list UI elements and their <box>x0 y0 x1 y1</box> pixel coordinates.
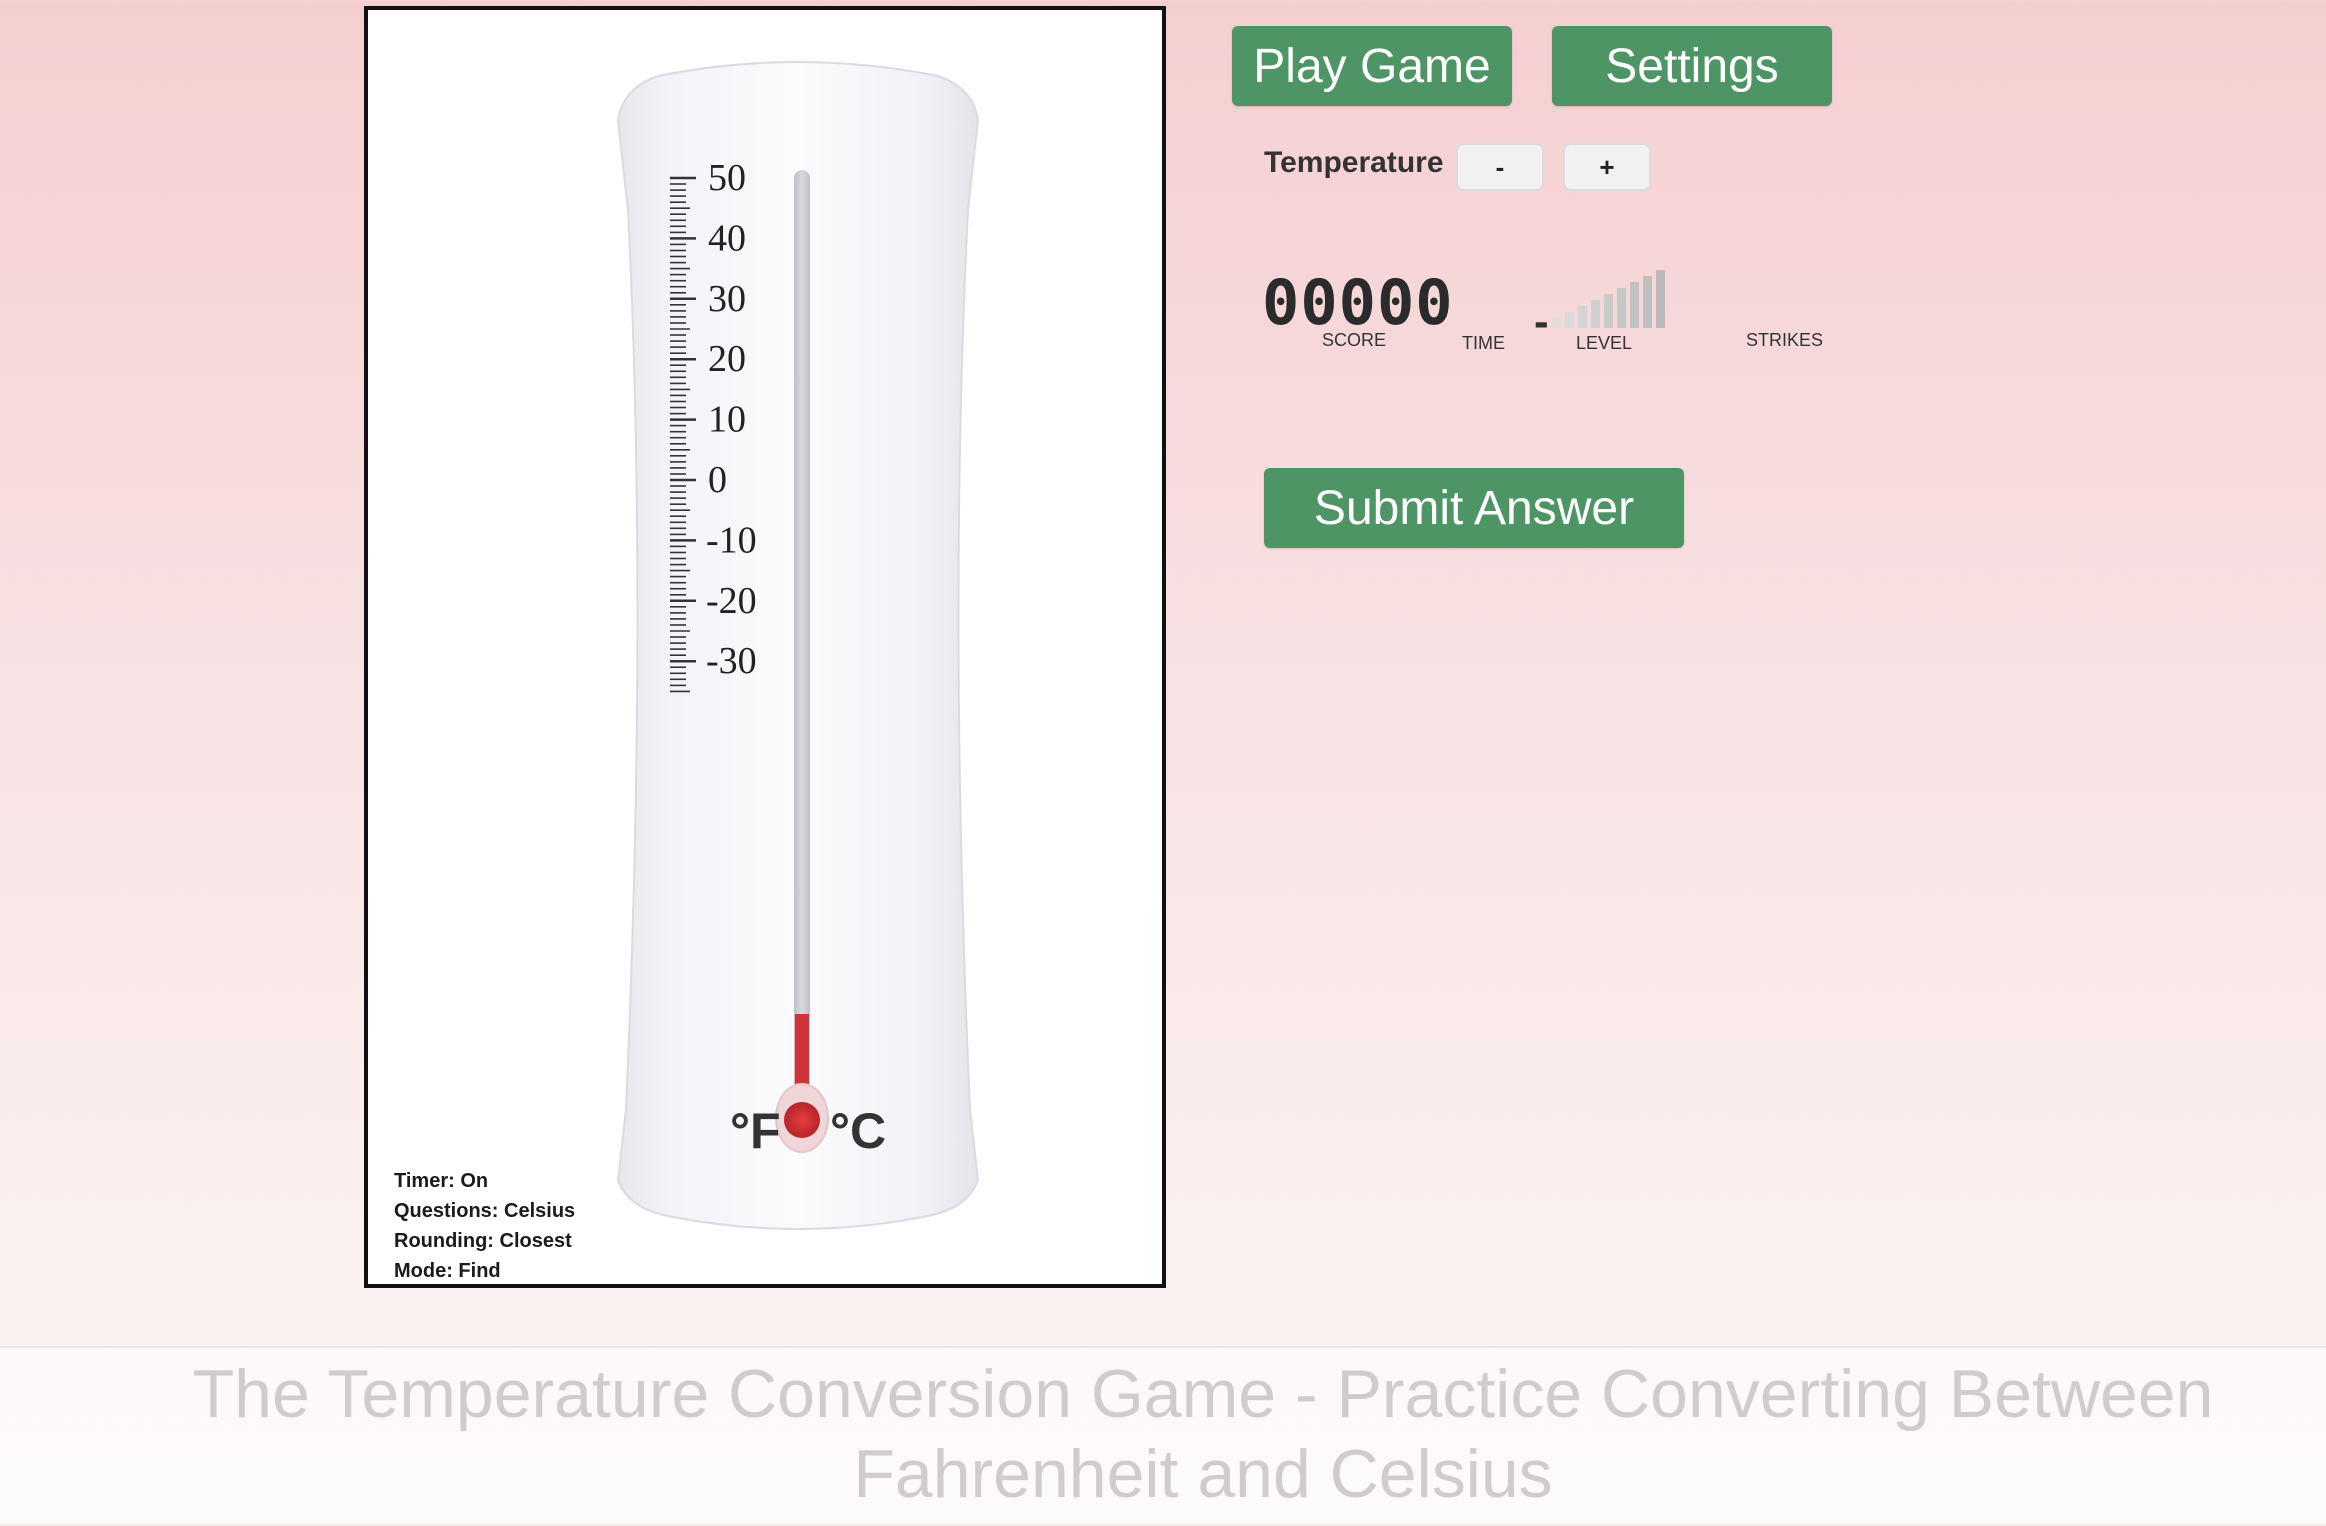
temperature-label: Temperature <box>1264 146 1444 179</box>
settings-summary: Timer: On Questions: Celsius Rounding: C… <box>394 1166 576 1284</box>
scale-label: 30 <box>708 278 746 320</box>
fahrenheit-unit-label: °F <box>730 1103 781 1159</box>
strikes-label: STRIKES <box>1746 330 1824 350</box>
page-title: The Temperature Conversion Game - Practi… <box>192 1356 2214 1512</box>
thermometer-tube <box>794 170 810 1130</box>
decrease-temperature-button[interactable]: - <box>1456 143 1544 191</box>
score-value: 00000 <box>1262 266 1454 339</box>
thermometer-panel: 50 40 30 20 10 0 -10 -20 -30 °F °C Timer: On Que… <box>364 6 1166 1288</box>
rounding-setting: Rounding: Closest <box>394 1230 572 1252</box>
submit-answer-button[interactable]: Submit Answer <box>1264 468 1684 548</box>
scale-label: -30 <box>706 640 757 682</box>
level-label: LEVEL <box>1576 333 1633 353</box>
questions-setting: Questions: Celsius <box>394 1200 576 1222</box>
thermometer-illustration: 50 40 30 20 10 0 -10 -20 -30 °F °C <box>616 61 980 1230</box>
scale-label: 10 <box>708 399 746 441</box>
score-label: SCORE <box>1322 330 1387 350</box>
level-value: - <box>1534 297 1549 346</box>
thermometer-bulb <box>784 1102 820 1138</box>
celsius-unit-label: °C <box>830 1103 886 1159</box>
scale-label: -20 <box>706 580 757 622</box>
mode-setting: Mode: Find <box>394 1260 501 1282</box>
level-bars-icon <box>1552 270 1665 328</box>
timer-setting: Timer: On <box>394 1170 489 1192</box>
settings-button[interactable]: Settings <box>1552 26 1832 106</box>
scale-label: 0 <box>708 459 727 501</box>
increase-temperature-button[interactable]: + <box>1563 143 1651 191</box>
scale-label: -10 <box>706 519 757 561</box>
scale-label: 40 <box>708 217 746 259</box>
scale-label: 50 <box>708 157 746 199</box>
play-game-button[interactable]: Play Game <box>1232 26 1512 106</box>
scale-label: 20 <box>708 338 746 380</box>
time-label: TIME <box>1462 333 1505 353</box>
